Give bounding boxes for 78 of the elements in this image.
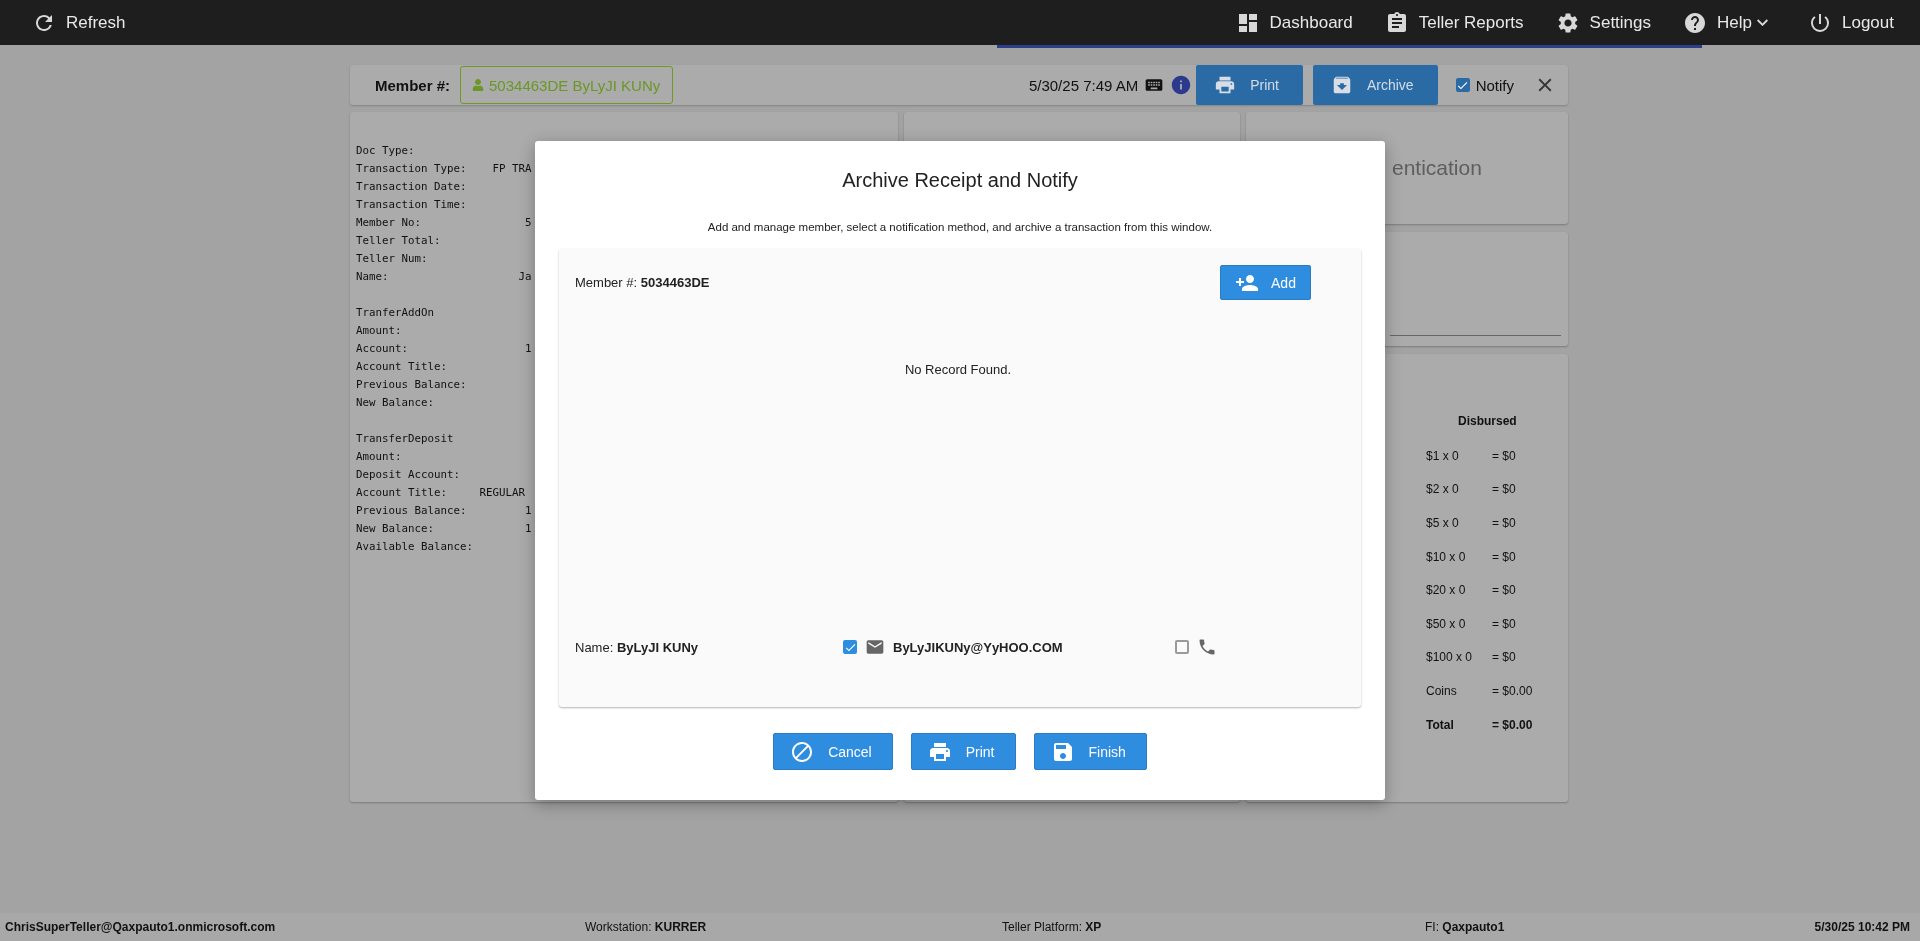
nav-item[interactable]: Help: [1683, 10, 1768, 35]
denomination-text: $2 x 0: [1426, 482, 1460, 497]
column-heading: Disbursed: [1458, 414, 1518, 428]
receipt-line: Transaction Type: FP TRA: [356, 161, 532, 177]
card-title: entication: [1392, 156, 1482, 180]
amount-text: = $0: [1492, 616, 1516, 631]
denomination-text: $1 x 0: [1426, 448, 1460, 463]
receipt-line: Previous Balance:: [356, 377, 467, 393]
person-icon: [472, 79, 485, 91]
cancel-icon: [790, 739, 815, 764]
amount-text: = $0: [1492, 482, 1516, 497]
nav-item[interactable]: Teller Reports: [1384, 10, 1524, 35]
email-address: ByLyJIKUNy@YyHOO.COM: [893, 639, 1064, 655]
receipt-line: Amount:: [356, 449, 402, 465]
receipt-line: Teller Num:: [356, 251, 428, 267]
nav-item[interactable]: Settings: [1555, 10, 1652, 35]
checkbox[interactable]: [1175, 640, 1189, 654]
member-text: 5034463DE ByLyJI KUNy: [489, 76, 661, 94]
receipt-line: TransferDeposit: [356, 431, 454, 447]
print-button[interactable]: Print: [910, 733, 1016, 770]
receipt-line: Account Title:: [356, 359, 447, 375]
amount-text: = $0.00: [1492, 717, 1533, 732]
print-button[interactable]: Print: [1196, 65, 1303, 105]
denomination-text: Total: [1426, 717, 1455, 732]
notify-label: Notify: [1475, 76, 1514, 94]
member-number: Member #: 5034463DE: [575, 275, 710, 290]
denomination-text: $5 x 0: [1426, 516, 1460, 530]
printer-icon: [1214, 74, 1237, 96]
amount-text: = $0.00: [1492, 683, 1533, 698]
archive-button[interactable]: Archive: [1312, 65, 1438, 105]
receipt-line: Member No: 5: [356, 215, 532, 231]
status-text: FI: Qaxpauto1: [1425, 920, 1505, 934]
receipt-line: TranferAddOn: [356, 305, 434, 321]
checkbox[interactable]: [1455, 78, 1470, 92]
status-text: Teller Platform: XP: [1002, 920, 1102, 934]
receipt-line: Account: 1: [356, 341, 532, 357]
checkbox[interactable]: [843, 640, 857, 654]
receipt-line: Teller Total:: [356, 233, 441, 249]
member-label: Member #:: [375, 76, 451, 94]
status-text: ChrisSuperTeller@Qaxpauto1.onmicrosoft.com: [5, 920, 276, 934]
amount-text: = $0: [1492, 650, 1516, 665]
receipt-line: New Balance: 1: [356, 521, 532, 537]
envelope-icon: [865, 637, 885, 657]
dialog-title: Archive Receipt and Notify: [842, 169, 1078, 192]
help-icon: [1683, 10, 1708, 35]
refresh-button[interactable]: Refresh: [32, 10, 126, 35]
amount-text: = $0: [1492, 583, 1516, 598]
receipt-line: Amount:: [356, 323, 402, 339]
phone-icon: [1197, 637, 1217, 657]
amount-text: = $0: [1492, 549, 1516, 564]
denomination-text: Coins: [1426, 683, 1458, 698]
status-text: 5/30/25 10:42 PM: [1814, 920, 1910, 934]
empty-message: No Record Found.: [904, 362, 1012, 377]
receipt-line: Transaction Date:: [356, 179, 467, 195]
finish-button[interactable]: Finish: [1033, 733, 1147, 770]
receipt-line: Doc Type:: [356, 143, 415, 159]
receipt-line: Deposit Account:: [356, 467, 460, 483]
member-name: Name: ByLyJI KUNy: [575, 639, 700, 655]
receipt-line: Name: Ja: [356, 269, 532, 285]
receipt-line: Available Balance:: [356, 539, 473, 555]
denomination-text: $20 x 0: [1426, 583, 1467, 598]
date-time: 5/30/25 7:49 AM: [1028, 76, 1139, 94]
info-icon[interactable]: [1170, 74, 1193, 96]
denomination-text: $100 x 0: [1426, 650, 1474, 665]
nav-item[interactable]: Dashboard: [1235, 10, 1353, 35]
status-text: Workstation: KURRER: [585, 920, 707, 934]
amount-text: = $0: [1492, 516, 1516, 530]
dialog-description: Add and manage member, select a notification method, and archive a transaction from this window.: [707, 221, 1213, 233]
receipt-line: Account Title: REGULAR: [356, 485, 525, 501]
nav-item[interactable]: Logout: [1808, 10, 1894, 35]
receipt-line: New Balance:: [356, 395, 434, 411]
cancel-button[interactable]: Cancel: [773, 733, 893, 770]
receipt-line: Transaction Time:: [356, 197, 467, 213]
denomination-text: $10 x 0: [1426, 549, 1467, 564]
add-button[interactable]: Add: [1220, 265, 1311, 300]
receipt-line: Previous Balance: 1: [356, 503, 532, 519]
denomination-text: $50 x 0: [1426, 616, 1467, 631]
amount-text: = $0: [1492, 448, 1516, 463]
